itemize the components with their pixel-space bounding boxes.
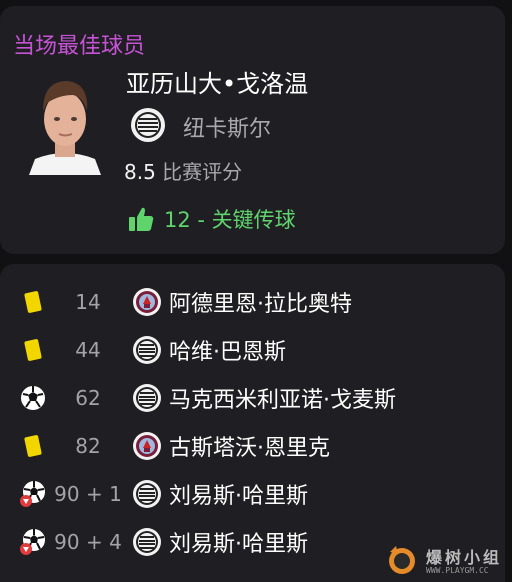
event-minute: 90 + 4 [54, 530, 122, 554]
event-minute: 44 [75, 338, 101, 362]
event-player-name[interactable]: 刘易斯·哈里斯 [169, 478, 308, 510]
event-player-name[interactable]: 古斯塔沃·恩里克 [169, 430, 330, 462]
event-player-name[interactable]: 阿德里恩·拉比奥特 [169, 286, 352, 318]
watermark: 爆树小组 WWW.PLAYGM.CC [386, 544, 504, 578]
event-row[interactable]: 82 古斯塔沃·恩里克 [0, 422, 505, 470]
event-player-name[interactable]: 哈维·巴恩斯 [169, 334, 286, 366]
opponent-badge-icon [132, 287, 162, 317]
key-stat-text: 12 - 关键传球 [164, 208, 296, 232]
yellow-card-icon [18, 335, 48, 365]
man-of-the-match-card: 当场最佳球员 亚历山大•戈洛温 纽卡斯尔 8.5 比赛评分 12 - 关键传球 [0, 6, 505, 254]
event-row[interactable]: 90 + 1 刘易斯·哈里斯 [0, 470, 505, 518]
yellow-card-icon [18, 287, 48, 317]
key-stat: 12 - 关键传球 [128, 202, 296, 236]
event-player-name[interactable]: 马克西米利亚诺·戈麦斯 [169, 382, 396, 414]
event-player-name[interactable]: 刘易斯·哈里斯 [169, 526, 308, 558]
newcastle-badge-icon [132, 335, 162, 365]
rating-value: 8.5 [124, 160, 156, 184]
goal-icon [18, 383, 48, 413]
newcastle-badge-icon [132, 479, 162, 509]
event-minute: 82 [75, 434, 101, 458]
player-photo [29, 73, 101, 175]
watermark-text: 爆树小组 [426, 548, 503, 567]
newcastle-badge-icon [132, 383, 162, 413]
event-minute: 90 + 1 [54, 482, 122, 506]
own-goal-icon [18, 527, 48, 557]
rating-label: 比赛评分 [162, 160, 243, 184]
watermark-logo-icon [389, 546, 415, 574]
thumbs-up-icon [129, 207, 154, 231]
own-goal-icon [18, 479, 48, 509]
club-name[interactable]: 纽卡斯尔 [183, 111, 271, 143]
event-row[interactable]: 44 哈维·巴恩斯 [0, 326, 505, 374]
match-events-list: 14 阿德里恩·拉比奥特 44 哈维·巴恩斯 62 马克西米利亚诺·戈麦斯 82 古斯塔沃·恩… [0, 264, 505, 582]
newcastle-badge-icon [130, 107, 166, 143]
motm-title: 当场最佳球员 [13, 34, 146, 59]
yellow-card-icon [18, 431, 48, 461]
event-minute: 14 [75, 290, 101, 314]
match-rating: 8.5 比赛评分 [124, 156, 242, 185]
event-minute: 62 [75, 386, 101, 410]
player-name[interactable]: 亚历山大•戈洛温 [126, 64, 308, 99]
opponent-badge-icon [132, 431, 162, 461]
newcastle-badge-icon [132, 527, 162, 557]
event-row[interactable]: 14 阿德里恩·拉比奥特 [0, 278, 505, 326]
watermark-url: WWW.PLAYGM.CC [426, 566, 489, 575]
event-row[interactable]: 62 马克西米利亚诺·戈麦斯 [0, 374, 505, 422]
